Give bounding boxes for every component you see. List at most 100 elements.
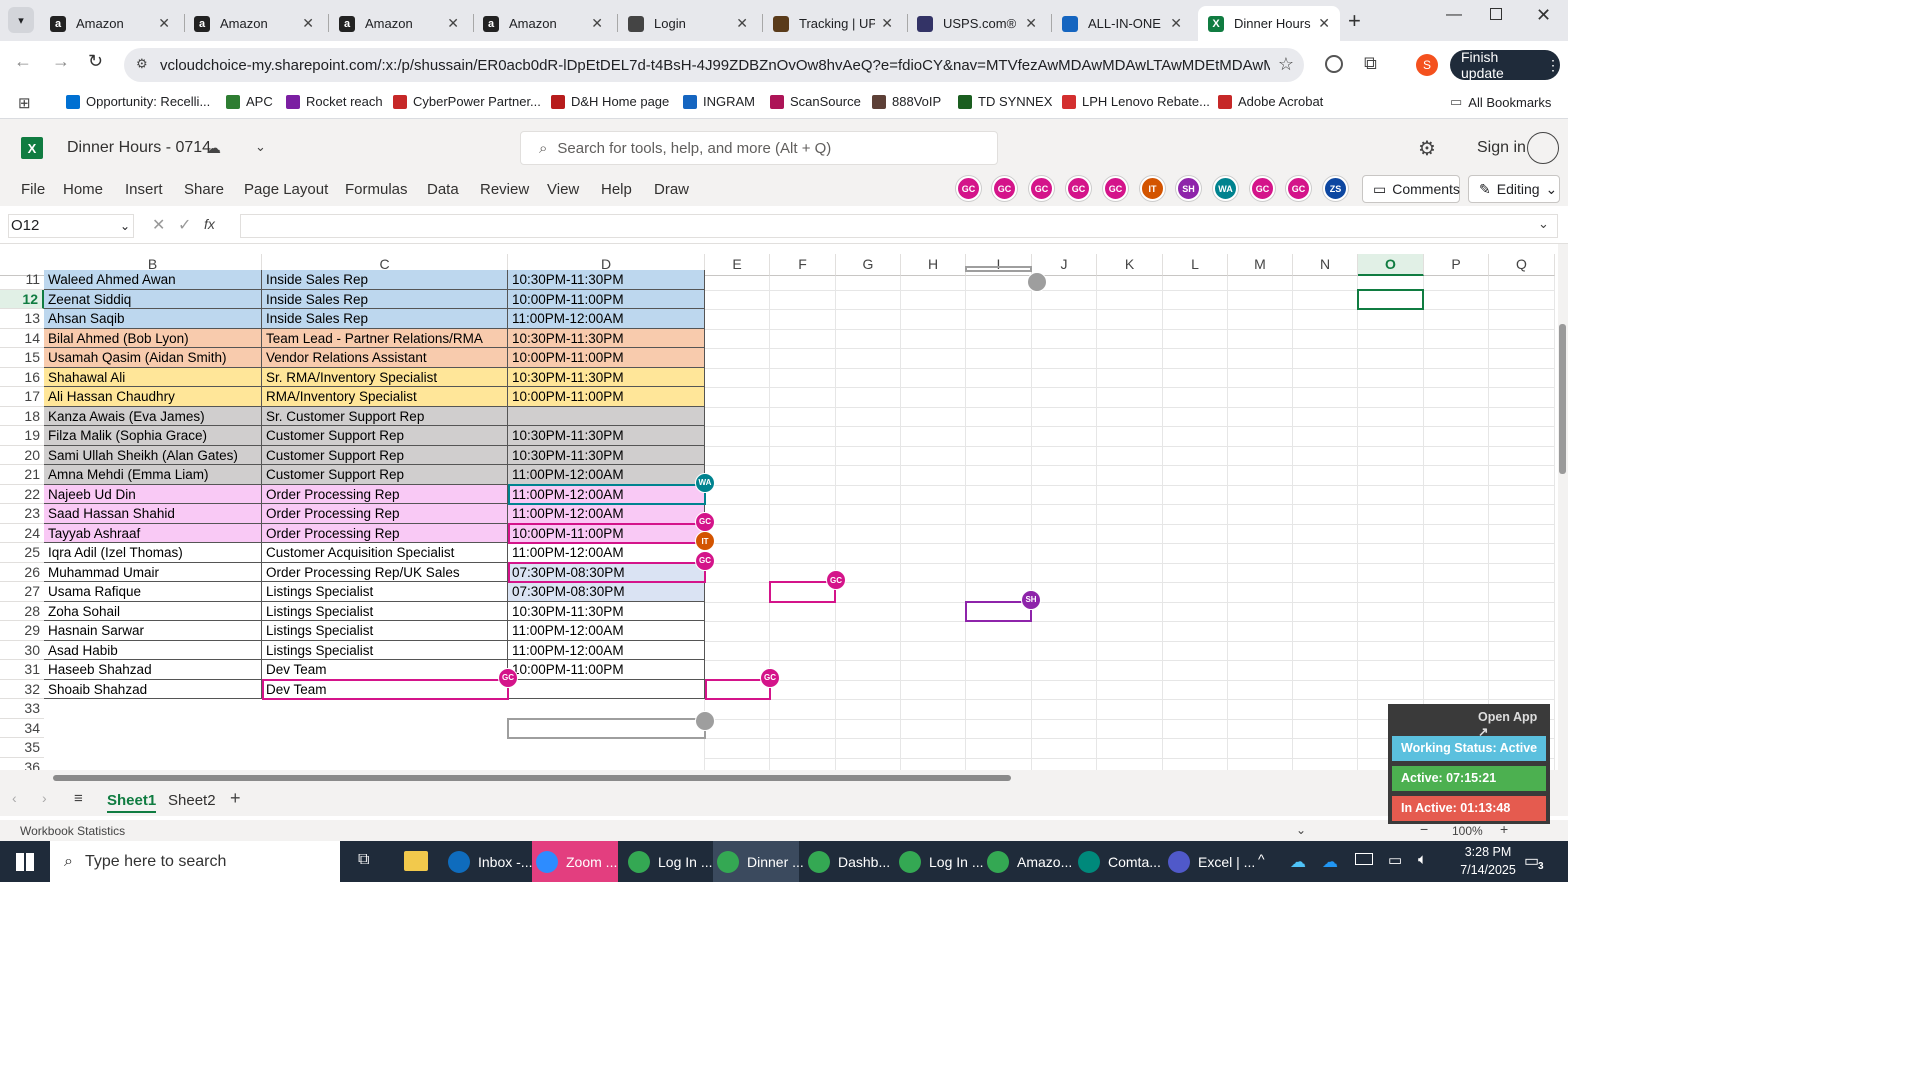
cell-hours[interactable]: 10:30PM-11:30PM <box>508 367 705 387</box>
cell-role[interactable]: Listings Specialist <box>262 582 508 602</box>
row-header[interactable]: 12 <box>0 289 44 309</box>
row-header[interactable]: 33 <box>0 699 44 719</box>
sign-in-link[interactable]: Sign in <box>1477 139 1526 157</box>
browser-tab-8[interactable]: ALL-IN-ONE ✕ <box>1052 6 1192 41</box>
cell-role[interactable]: Team Lead - Partner Relations/RMA <box>262 328 508 348</box>
row-header[interactable]: 11 <box>0 270 44 290</box>
row-header[interactable]: 27 <box>0 582 44 602</box>
browser-tab-2[interactable]: a Amazon ✕ <box>184 6 324 41</box>
cell-role[interactable]: Customer Support Rep <box>262 426 508 446</box>
cell-hours[interactable]: 11:00PM-12:00AM <box>508 640 705 660</box>
cell-name[interactable]: Usamah Qasim (Aidan Smith) <box>44 348 262 368</box>
cell-name[interactable]: Iqra Adil (Izel Thomas) <box>44 543 262 563</box>
taskbar-app[interactable]: Excel | ... <box>1164 841 1255 882</box>
search-box[interactable]: ⌕ Search for tools, help, and more (Alt +… <box>520 131 998 165</box>
cell-role[interactable]: Customer Acquisition Specialist <box>262 543 508 563</box>
column-header-I[interactable]: I <box>966 254 1032 276</box>
bookmark-item[interactable]: D&H Home page <box>551 94 669 109</box>
next-sheet-icon[interactable]: › <box>42 790 47 806</box>
cell-hours[interactable] <box>508 406 705 426</box>
clock-date[interactable]: 7/14/2025 <box>1452 863 1524 877</box>
row-header[interactable]: 15 <box>0 348 44 368</box>
bookmark-item[interactable]: Rocket reach <box>286 94 383 109</box>
row-header[interactable]: 23 <box>0 504 44 524</box>
menu-insert[interactable]: Insert <box>125 181 163 198</box>
cell-name[interactable]: Sami Ullah Sheikh (Alan Gates) <box>44 445 262 465</box>
cell-hours[interactable]: 11:00PM-12:00AM <box>508 465 705 485</box>
collaborator-avatar[interactable]: IT <box>1140 176 1165 201</box>
cell-name[interactable]: Muhammad Umair <box>44 562 262 582</box>
bookmark-item[interactable]: ScanSource <box>770 94 861 109</box>
cell-hours[interactable]: 10:30PM-11:30PM <box>508 601 705 621</box>
workbook-title[interactable]: Dinner Hours - 0714 <box>67 139 211 157</box>
cell-role[interactable]: Listings Specialist <box>262 640 508 660</box>
cell-name[interactable]: Saad Hassan Shahid <box>44 504 262 524</box>
cell-role[interactable]: Customer Support Rep <box>262 465 508 485</box>
reload-button[interactable]: ↻ <box>88 51 103 72</box>
menu-help[interactable]: Help <box>601 181 632 198</box>
onedrive-icon[interactable]: ☁ <box>1290 852 1306 872</box>
row-header[interactable]: 16 <box>0 368 44 387</box>
finish-update-button[interactable]: Finish update ⋮ <box>1450 49 1560 81</box>
notification-center-icon[interactable]: ▭ <box>1524 851 1539 871</box>
cell-role[interactable]: Inside Sales Rep <box>262 289 508 309</box>
column-header-L[interactable]: L <box>1163 254 1228 276</box>
cell-hours[interactable]: 10:00PM-11:00PM <box>508 387 705 407</box>
menu-home[interactable]: Home <box>63 181 103 198</box>
taskbar-app[interactable]: Log In ... <box>895 841 983 882</box>
bookmark-item[interactable]: APC <box>226 94 273 109</box>
row-header[interactable]: 30 <box>0 641 44 660</box>
bookmark-item[interactable]: INGRAM <box>683 94 755 109</box>
cell-role[interactable]: Order Processing Rep <box>262 523 508 543</box>
collaborator-avatar[interactable]: GC <box>1103 176 1128 201</box>
cell-name[interactable]: Shahawal Ali <box>44 367 262 387</box>
bookmark-item[interactable]: Opportunity: Recelli... <box>66 94 210 109</box>
cell-hours[interactable] <box>508 679 705 699</box>
onedrive-business-icon[interactable]: ☁ <box>1322 852 1338 872</box>
cell-role[interactable]: Order Processing Rep <box>262 504 508 524</box>
cell-name[interactable]: Ali Hassan Chaudhry <box>44 387 262 407</box>
cell-name[interactable]: Usama Rafique <box>44 582 262 602</box>
column-header-P[interactable]: P <box>1424 254 1489 276</box>
cell-name[interactable]: Hasnain Sarwar <box>44 621 262 641</box>
all-bookmarks-button[interactable]: ▭ All Bookmarks <box>1450 94 1551 110</box>
row-header[interactable]: 14 <box>0 329 44 348</box>
horizontal-scrollbar[interactable] <box>0 770 1568 784</box>
cell-name[interactable]: Zeenat Siddiq <box>44 289 262 309</box>
cell-name[interactable]: Tayyab Ashraaf <box>44 523 262 543</box>
volume-icon[interactable]: 🔈︎ <box>1418 851 1427 868</box>
workbook-statistics[interactable]: Workbook Statistics <box>20 824 125 838</box>
browser-tab-9[interactable]: X Dinner Hours ✕ <box>1198 6 1340 41</box>
cell-name[interactable]: Shoaib Shahzad <box>44 679 262 699</box>
row-header[interactable]: 25 <box>0 543 44 563</box>
settings-gear-icon[interactable]: ⚙ <box>1418 136 1436 161</box>
cell-role[interactable]: Dev Team <box>262 660 508 680</box>
close-tab-icon[interactable]: ✕ <box>591 15 603 32</box>
file-explorer-icon[interactable] <box>404 851 428 871</box>
cell-hours[interactable]: 11:00PM-12:00AM <box>508 543 705 563</box>
close-tab-icon[interactable]: ✕ <box>158 15 170 32</box>
collaborator-avatar[interactable]: GC <box>1029 176 1054 201</box>
scroll-thumb[interactable] <box>1559 324 1566 474</box>
zoom-level[interactable]: 100% <box>1452 824 1483 838</box>
row-header[interactable]: 20 <box>0 446 44 465</box>
browser-tab-1[interactable]: a Amazon ✕ <box>40 6 180 41</box>
cell-role[interactable]: RMA/Inventory Specialist <box>262 387 508 407</box>
cell-name[interactable]: Zoha Sohail <box>44 601 262 621</box>
cancel-formula-icon[interactable]: ✕ <box>152 215 165 235</box>
row-header[interactable]: 34 <box>0 719 44 738</box>
cell-hours[interactable]: 10:30PM-11:30PM <box>508 426 705 446</box>
row-header[interactable]: 26 <box>0 563 44 582</box>
add-sheet-button[interactable]: + <box>230 788 241 809</box>
collaborator-avatar[interactable]: SH <box>1176 176 1201 201</box>
battery-icon[interactable] <box>1355 853 1373 865</box>
taskbar-app[interactable]: Comta... <box>1074 841 1161 882</box>
menu-page-layout[interactable]: Page Layout <box>244 181 328 198</box>
formula-input[interactable] <box>240 214 1558 238</box>
cell-hours[interactable]: 10:00PM-11:00PM <box>508 289 705 309</box>
cell-role[interactable]: Order Processing Rep/UK Sales <box>262 562 508 582</box>
cell-hours[interactable]: 10:30PM-11:30PM <box>508 445 705 465</box>
taskbar-app[interactable]: Inbox -... <box>444 841 532 882</box>
cell-hours[interactable]: 10:00PM-11:00PM <box>508 660 705 680</box>
apps-icon[interactable]: ⊞ <box>18 94 31 112</box>
